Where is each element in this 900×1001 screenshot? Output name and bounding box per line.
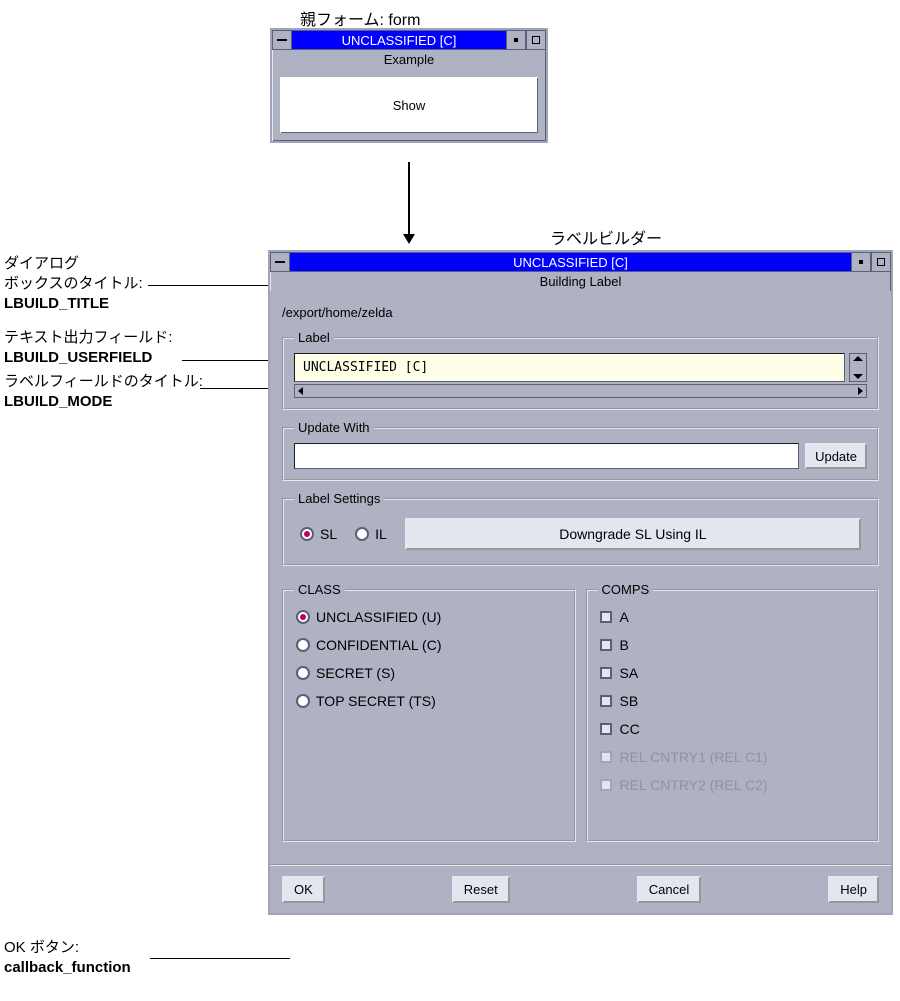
comps-checkbox: REL CNTRY1 (REL C1) [600,749,866,765]
show-button[interactable]: Show [278,75,540,135]
comps-fieldset: COMPS AB SA SB CC REL CNTRY1 (REL C1) REL CNT… [586,582,880,842]
update-button[interactable]: Update [805,443,867,469]
parent-subtitle: Example [272,50,546,69]
settings-fieldset: Label Settings SL IL Downgrade SL Using IL [282,491,879,566]
label-legend: Label [294,330,334,345]
maximize-icon[interactable] [871,252,891,272]
class-radio[interactable]: TOP SECRET (TS) [296,693,562,709]
update-input[interactable] [294,443,799,469]
update-fieldset: Update With Update [282,420,879,481]
minimize-icon[interactable] [506,30,526,50]
class-legend: CLASS [294,582,345,597]
dialog-button-bar: OK Reset Cancel Help [270,864,891,913]
comps-checkbox[interactable]: CC [600,721,866,737]
parent-form-heading: 親フォーム: form [300,6,420,30]
settings-radio-il[interactable]: IL [355,526,387,542]
settings-radio-sl[interactable]: SL [300,526,337,542]
anno-lbuild-mode: ラベルフィールドのタイトル: LBUILD_MODE [4,372,203,412]
comps-legend: COMPS [598,582,654,597]
class-fieldset: CLASS UNCLASSIFIED (U) CONFIDENTIAL (C) SE… [282,582,576,842]
horizontal-scrollbar[interactable] [294,384,867,398]
comps-checkbox[interactable]: SB [600,693,866,709]
class-radio[interactable]: UNCLASSIFIED (U) [296,609,562,625]
comps-checkbox[interactable]: A [600,609,866,625]
dialog-subtitle: Building Label [270,272,891,291]
settings-legend: Label Settings [294,491,384,506]
label-fieldset: Label UNCLASSIFIED [C] [282,330,879,410]
dialog-titlebar: UNCLASSIFIED [C] [290,252,851,272]
reset-button[interactable]: Reset [452,876,510,903]
minimize-icon[interactable] [851,252,871,272]
parent-form-window: UNCLASSIFIED [C] Example Show [270,28,548,143]
comps-checkbox[interactable]: B [600,637,866,653]
maximize-icon[interactable] [526,30,546,50]
anno-lbuild-userfield: テキスト出力フィールド: LBUILD_USERFIELD [4,328,172,368]
downgrade-button[interactable]: Downgrade SL Using IL [405,518,861,550]
help-button[interactable]: Help [828,876,879,903]
window-menu-icon[interactable] [270,252,290,272]
class-radio[interactable]: SECRET (S) [296,665,562,681]
class-radio[interactable]: CONFIDENTIAL (C) [296,637,562,653]
label-builder-heading: ラベルビルダー [550,225,662,249]
update-legend: Update With [294,420,374,435]
label-builder-dialog: UNCLASSIFIED [C] Building Label /export/… [268,250,893,915]
comps-checkbox: REL CNTRY2 (REL C2) [600,777,866,793]
ok-button[interactable]: OK [282,876,325,903]
parent-titlebar: UNCLASSIFIED [C] [292,30,506,50]
window-menu-icon[interactable] [272,30,292,50]
anno-lbuild-title: ダイアログ ボックスのタイトル: LBUILD_TITLE [4,254,143,314]
cancel-button[interactable]: Cancel [637,876,701,903]
vertical-scrollbar[interactable] [849,353,867,382]
comps-checkbox[interactable]: SA [600,665,866,681]
path-text: /export/home/zelda [282,305,879,320]
label-value-field[interactable]: UNCLASSIFIED [C] [294,353,845,382]
anno-ok-callback: OK ボタン: callback_function [4,938,131,978]
